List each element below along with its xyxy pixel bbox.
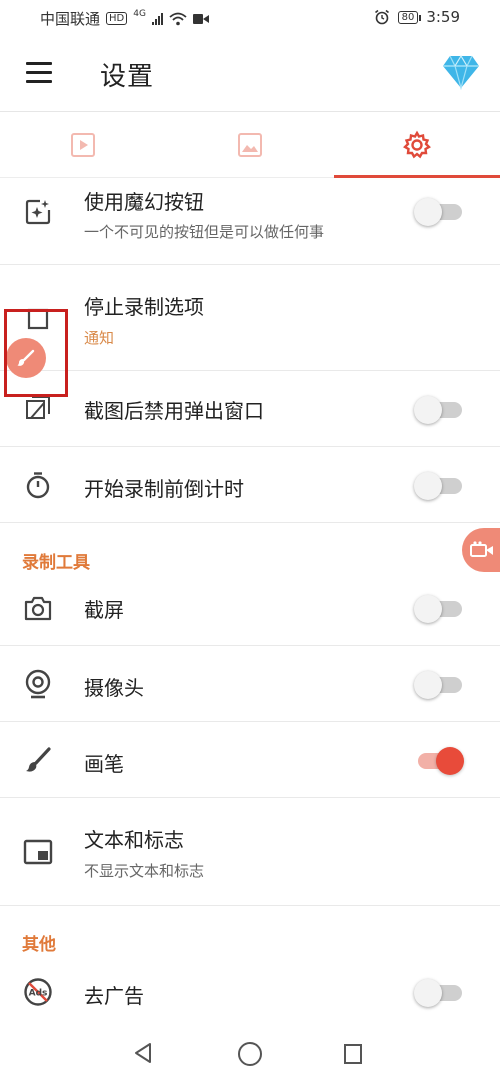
signal-icon: [151, 12, 163, 25]
tool-camera[interactable]: 摄像头: [0, 646, 500, 722]
setting-disable-popup[interactable]: 截图后禁用弹出窗口: [0, 371, 500, 447]
home-icon[interactable]: [238, 1042, 262, 1066]
image-icon: [238, 133, 262, 157]
tab-settings[interactable]: [334, 112, 500, 178]
app-bar: 设置: [0, 36, 500, 112]
setting-stop-recording[interactable]: 停止录制选项 通知: [0, 265, 500, 371]
setting-label: 摄像头: [84, 676, 144, 700]
tool-brush[interactable]: 画笔: [0, 722, 500, 798]
section-other: 其他: [22, 935, 56, 955]
floating-record-button[interactable]: [462, 528, 500, 572]
recents-icon[interactable]: [344, 1044, 362, 1064]
tab-bar: [0, 112, 500, 178]
disable-popup-toggle[interactable]: [414, 396, 462, 424]
brush-toggle[interactable]: [418, 747, 464, 775]
tab-videos[interactable]: [0, 112, 166, 178]
remove-ads-toggle[interactable]: [414, 979, 462, 1007]
setting-countdown[interactable]: 开始录制前倒计时: [0, 447, 500, 523]
tab-images[interactable]: [167, 112, 333, 178]
setting-description: 一个不可见的按钮但是可以做任何事: [84, 223, 325, 241]
setting-remove-ads[interactable]: Ads 去广告: [0, 954, 500, 1022]
screenshot-popup-icon: [22, 393, 54, 425]
clock: 3:59: [426, 8, 460, 26]
setting-label: 使用魔幻按钮: [84, 190, 204, 214]
setting-label: 文本和标志: [84, 828, 184, 852]
status-right: 80 3:59: [374, 8, 460, 26]
brush-icon: [22, 744, 54, 776]
carrier-label: 中国联通: [40, 10, 101, 28]
tool-screenshot[interactable]: 截屏: [0, 570, 500, 646]
camera-icon: [22, 592, 54, 624]
setting-magic-button[interactable]: 使用魔幻按钮 一个不可见的按钮但是可以做任何事: [0, 178, 500, 265]
setting-value: 通知: [84, 329, 115, 347]
page-title: 设置: [100, 62, 155, 92]
countdown-toggle[interactable]: [414, 472, 462, 500]
hd-badge: HD: [106, 12, 128, 25]
camera-toggle[interactable]: [414, 671, 462, 699]
network-type: 4G: [133, 8, 146, 19]
magic-button-toggle[interactable]: [414, 198, 462, 226]
video-icon: [71, 133, 95, 157]
alarm-icon: [374, 9, 389, 25]
picture-in-picture-icon: [22, 836, 54, 868]
setting-label: 截图后禁用弹出窗口: [84, 399, 264, 423]
status-left: 中国联通 HD 4G: [40, 8, 209, 29]
webcam-icon: [22, 668, 54, 700]
battery-indicator: 80: [397, 10, 422, 24]
magic-sparkle-icon: [22, 196, 54, 228]
diamond-icon[interactable]: [442, 54, 480, 90]
tool-text-logo[interactable]: 文本和标志 不显示文本和标志: [0, 798, 500, 906]
timer-icon: [22, 469, 54, 501]
menu-icon[interactable]: [26, 62, 52, 84]
setting-label: 去广告: [84, 984, 144, 1008]
video-camera-icon: [470, 541, 493, 557]
setting-description: 不显示文本和标志: [84, 862, 205, 880]
annotation-highlight-box: [4, 309, 68, 397]
setting-label: 画笔: [84, 752, 124, 776]
setting-label: 停止录制选项: [84, 295, 204, 319]
screenshot-toggle[interactable]: [414, 595, 462, 623]
setting-label: 截屏: [84, 598, 124, 622]
status-bar: 中国联通 HD 4G 80 3:59: [0, 0, 500, 36]
setting-label: 开始录制前倒计时: [84, 477, 244, 501]
settings-list[interactable]: 使用魔幻按钮 一个不可见的按钮但是可以做任何事 停止录制选项 通知 截图后禁用弹…: [0, 178, 500, 1022]
no-ads-icon: Ads: [22, 976, 54, 1008]
video-status-icon: [192, 13, 209, 24]
back-icon[interactable]: [133, 1042, 153, 1064]
svg-text:Ads: Ads: [29, 989, 48, 999]
gear-icon: [403, 130, 431, 159]
wifi-icon: [169, 12, 187, 25]
system-nav-bar: [0, 1022, 500, 1084]
